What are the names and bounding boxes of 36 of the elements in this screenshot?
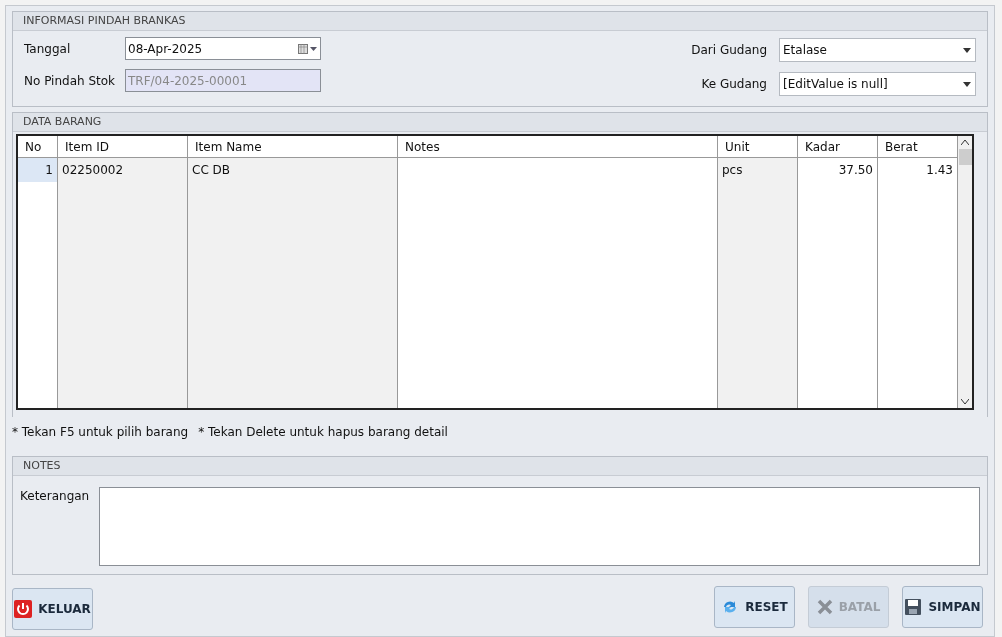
dropdown-caret-icon[interactable]	[963, 81, 971, 87]
group-title: INFORMASI PINDAH BRANKAS	[23, 12, 186, 29]
warehouse-dropdown[interactable]: [EditValue is null]	[779, 72, 976, 96]
x-icon	[816, 599, 833, 615]
column-header[interactable]: No	[18, 136, 58, 157]
field-label: Dari Gudang	[690, 42, 767, 59]
exit-button[interactable]: KELUAR	[12, 588, 93, 630]
hint-text: * Tekan Delete untuk hapus barang detail	[198, 424, 448, 441]
table-cell[interactable]: 37.50	[798, 158, 877, 182]
row-indicator-cell[interactable]: 1	[18, 158, 57, 182]
scroll-thumb[interactable]	[958, 149, 972, 165]
group-title: NOTES	[23, 457, 61, 474]
save-button[interactable]: SIMPAN	[902, 586, 983, 628]
warehouse-dropdown[interactable]: Etalase	[779, 38, 976, 62]
table-cell[interactable]: pcs	[718, 158, 797, 182]
date-field[interactable]: 08-Apr-2025	[125, 37, 321, 60]
notes-textarea[interactable]	[99, 487, 980, 566]
group-title: DATA BARANG	[23, 113, 102, 130]
column-header[interactable]: Item ID	[58, 136, 188, 157]
column-header[interactable]: Unit	[718, 136, 798, 157]
column-header[interactable]: Kadar	[798, 136, 878, 157]
field-label: Keterangan	[20, 488, 89, 505]
field-label: Tanggal	[24, 40, 72, 58]
power-icon	[14, 600, 33, 618]
scrollbar[interactable]	[958, 136, 972, 408]
dropdown-caret-icon[interactable]	[963, 47, 971, 53]
table-cell[interactable]: 02250002	[58, 158, 187, 182]
hint-text: * Tekan F5 untuk pilih barang	[12, 424, 189, 441]
field-label: Ke Gudang	[700, 76, 767, 93]
field-label: No Pindah Stok	[24, 72, 117, 90]
reset-button[interactable]: RESET	[714, 586, 795, 628]
table-cell[interactable]: 1.43	[878, 158, 957, 182]
table-cell[interactable]: CC DB	[188, 158, 397, 182]
column-header[interactable]: Notes	[398, 136, 718, 157]
calendar-icon[interactable]	[298, 43, 318, 54]
column-header[interactable]: Item Name	[188, 136, 398, 157]
